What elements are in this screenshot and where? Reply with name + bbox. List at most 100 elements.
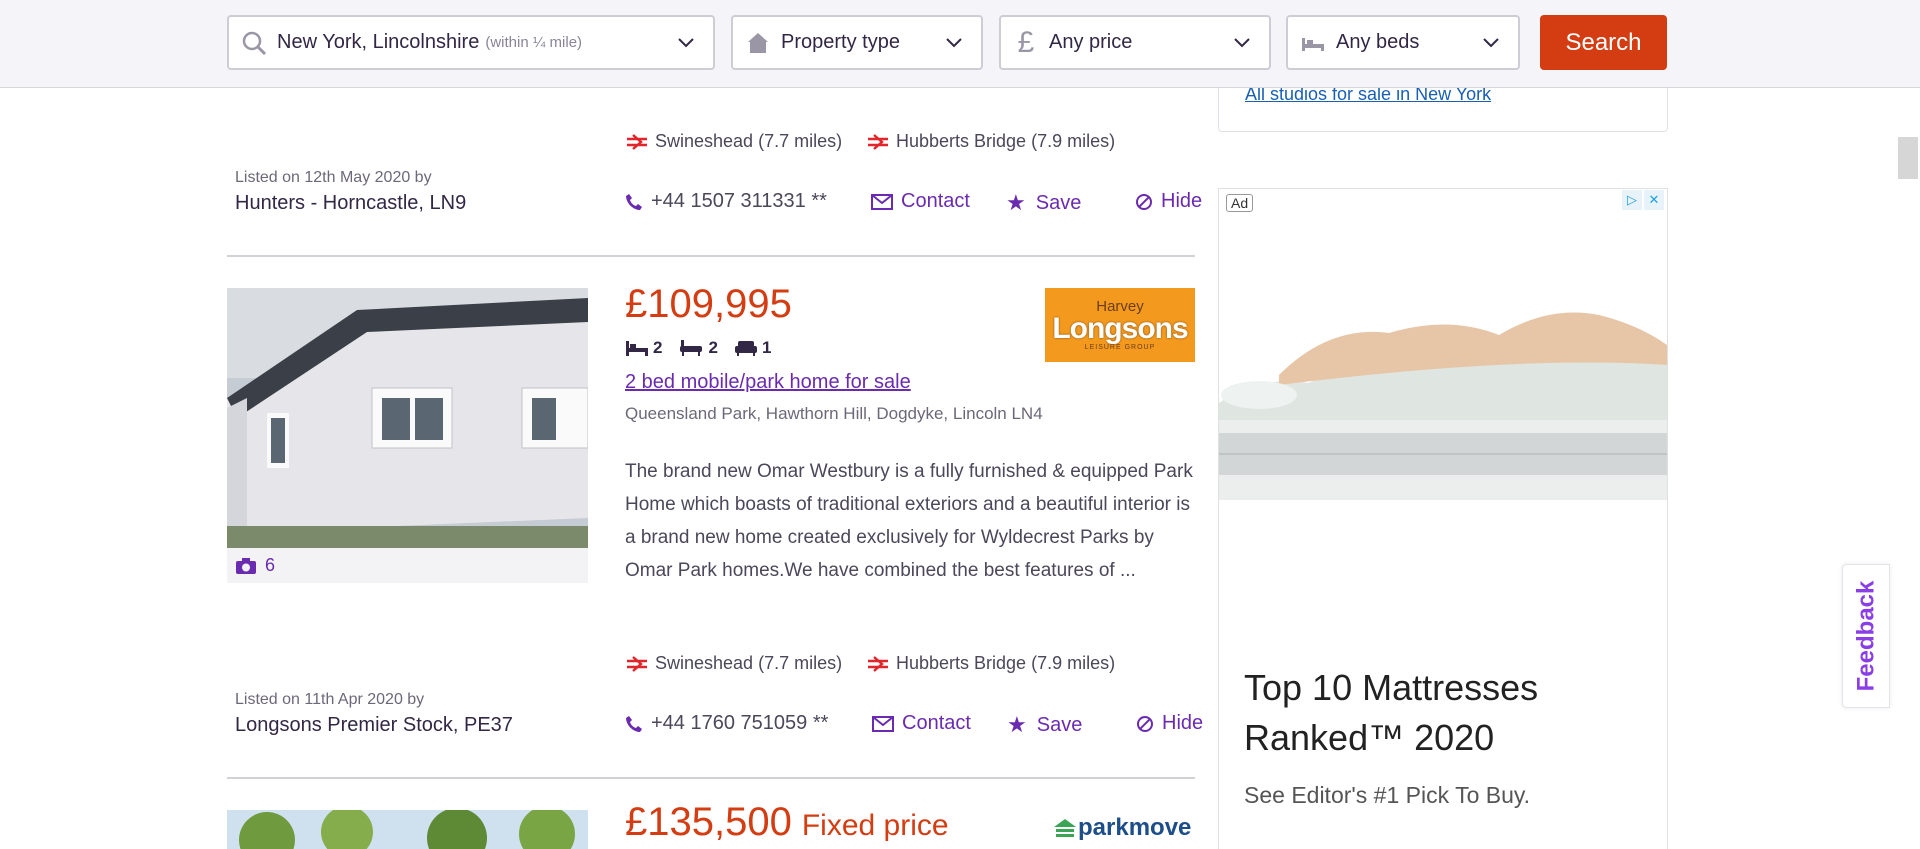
ad-choices[interactable]: ▷ ✕ [1620,190,1664,210]
envelope-icon [872,715,894,732]
listing-price[interactable]: £109,995 [625,282,792,327]
feedback-tab[interactable]: Feedback [1842,564,1890,708]
parkmove-logo-icon [1054,819,1076,837]
price-select[interactable]: £ Any price [999,15,1271,70]
receptions-count: 1 [761,338,772,357]
listing-photo[interactable] [227,288,588,548]
save-label: Save [1035,191,1082,214]
bath-icon [680,340,703,356]
scrollbar-track[interactable] [1898,88,1920,849]
phone-icon [626,715,642,732]
next-listing-photo[interactable] [227,810,588,849]
contact-button[interactable]: Contact [871,190,970,213]
station-name: Hubberts Bridge (7.9 miles) [896,131,1116,151]
radius-hint: (within ¼ mile) [485,34,583,51]
rail-icon [868,655,888,672]
trees-image [227,810,588,849]
chevron-down-icon [1483,38,1499,48]
beds-value: Any beds [1336,31,1420,53]
page: New York, Lincolnshire (within ¼ mile) P… [0,0,1920,849]
photo-count[interactable]: 6 [227,548,588,583]
contact-label: Contact [901,190,970,212]
ad-choices-icon[interactable]: ▷ [1622,190,1642,210]
agent-logo[interactable]: parkmove [1052,814,1191,842]
ad-title[interactable]: Top 10 Mattresses Ranked™ 2020 [1244,663,1624,763]
listed-date: Listed on 11th Apr 2020 by [235,691,425,708]
house-icon [748,32,768,53]
star-icon: ★ [1007,712,1027,737]
station-name: Swineshead (7.7 miles) [655,653,843,673]
phone-link[interactable]: +44 1760 751059 ** [625,712,828,735]
pound-icon: £ [1017,25,1035,59]
agent-name[interactable]: Longsons Premier Stock, PE37 [235,714,513,737]
rail-icon [627,655,647,672]
listed-date: Listed on 12th May 2020 by [235,169,432,186]
agent-name[interactable]: Hunters - Horncastle, LN9 [235,192,466,215]
logo-line3: LEISURE GROUP [1084,343,1156,351]
logo-line2: Longsons [1052,311,1188,345]
ad-subtitle[interactable]: See Editor's #1 Pick To Buy. [1244,782,1530,809]
contact-label: Contact [902,712,971,734]
chevron-down-icon [678,38,694,48]
ad-image[interactable] [1219,255,1667,505]
location-value: New York, Lincolnshire [277,31,480,53]
search-button[interactable]: Search [1540,15,1667,70]
hide-button[interactable]: Hide [1136,712,1203,735]
property-type-value: Property type [781,31,900,53]
camera-icon [236,557,256,574]
station: Swineshead (7.7 miles) [625,653,842,674]
envelope-icon [871,193,893,210]
hide-label: Hide [1161,190,1203,212]
beds-count: 2 [653,338,663,357]
bed-icon [1302,37,1324,51]
logo-text: parkmove [1078,814,1192,841]
sofa-icon [734,341,757,356]
ad-badge: Ad [1226,194,1254,212]
phone-link[interactable]: +44 1507 311331 ** [625,190,827,213]
next-listing-price[interactable]: £135,500 Fixed price [625,800,949,845]
save-button[interactable]: ★ Save [1007,712,1082,738]
rail-icon [627,133,647,150]
price-value: Any price [1049,31,1133,53]
price-value: £135,500 [625,800,792,844]
contact-button[interactable]: Contact [872,712,971,735]
station: Swineshead (7.7 miles) [625,131,842,152]
location-input[interactable]: New York, Lincolnshire (within ¼ mile) [227,15,715,70]
baths-count: 2 [708,338,718,357]
search-icon [242,31,267,55]
mattress-image [1219,255,1667,505]
phone-number: +44 1507 311331 ** [651,190,827,212]
station-name: Swineshead (7.7 miles) [655,131,843,151]
phone-number: +44 1760 751059 ** [651,712,829,734]
chevron-down-icon [1234,38,1250,48]
listing-features: 2 2 1 [625,338,787,358]
property-type-select[interactable]: Property type [731,15,983,70]
hide-icon [1136,193,1152,210]
bed-icon [626,341,648,356]
chevron-down-icon [946,38,962,48]
scrollbar-thumb[interactable] [1898,137,1918,179]
listing-address: Queensland Park, Hawthorn Hill, Dogdyke,… [625,404,1043,423]
hide-label: Hide [1162,712,1204,734]
phone-icon [626,193,642,210]
station-name: Hubberts Bridge (7.9 miles) [896,653,1116,673]
listing-title-link[interactable]: 2 bed mobile/park home for sale [625,371,911,394]
save-button[interactable]: ★ Save [1006,190,1081,216]
feedback-label: Feedback [1852,580,1879,692]
star-icon: ★ [1006,190,1026,215]
hide-button[interactable]: Hide [1135,190,1202,213]
beds-select[interactable]: Any beds [1286,15,1520,70]
close-icon[interactable]: ✕ [1644,190,1664,210]
search-bar: New York, Lincolnshire (within ¼ mile) P… [0,0,1920,88]
listing-divider [227,777,1195,779]
rail-icon [868,133,888,150]
hide-icon [1137,715,1153,732]
station: Hubberts Bridge (7.9 miles) [866,131,1115,152]
listing-divider [227,255,1195,257]
station: Hubberts Bridge (7.9 miles) [866,653,1115,674]
park-home-image [227,288,588,548]
agent-logo[interactable]: Harvey Longsons LEISURE GROUP [1045,288,1195,362]
price-qualifier: Fixed price [801,809,949,842]
save-label: Save [1036,713,1083,736]
photo-count-value: 6 [265,555,276,575]
